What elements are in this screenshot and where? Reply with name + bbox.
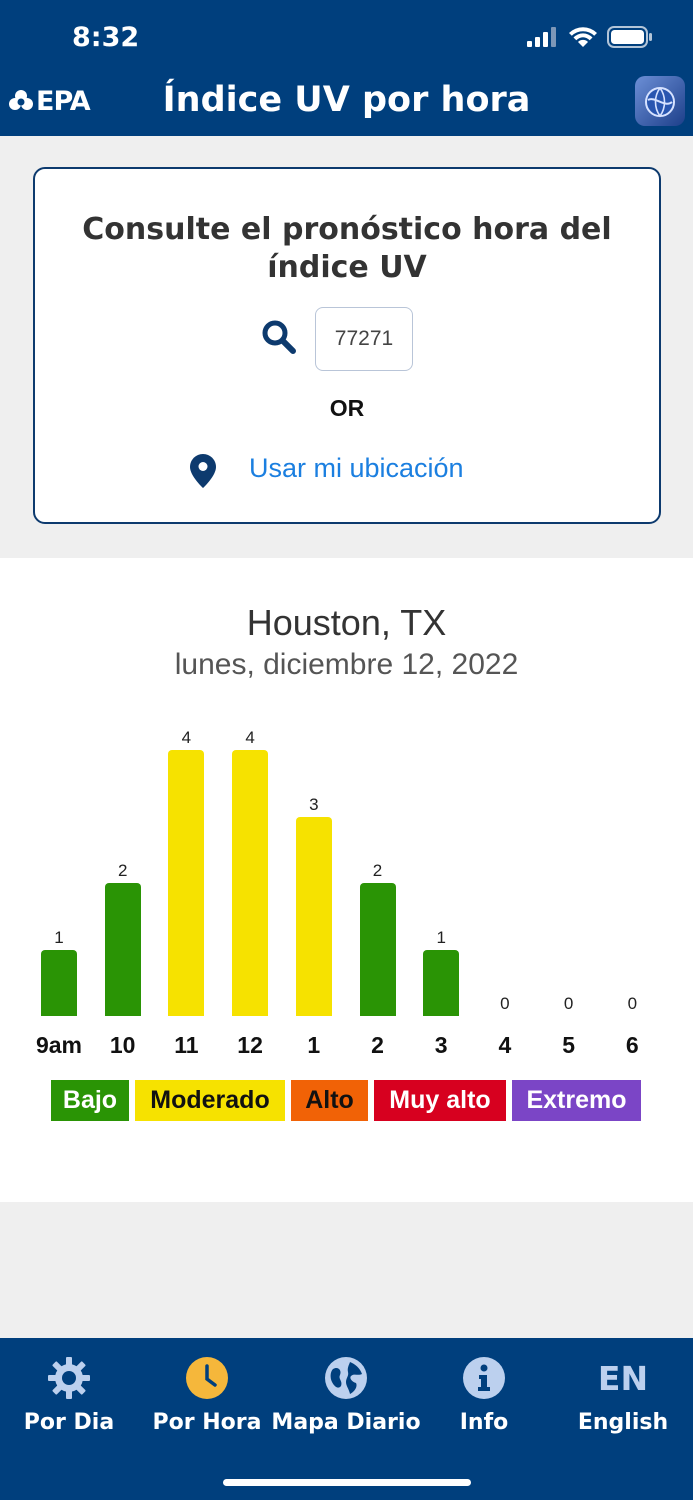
legend-item: Muy alto <box>374 1080 506 1121</box>
uv-bar <box>423 949 460 1016</box>
hour-label: 3 <box>434 1032 448 1058</box>
hour-label: 12 <box>237 1032 263 1058</box>
zip-code-input[interactable] <box>315 307 413 371</box>
search-heading: Consulte el pronóstico hora del índice U… <box>82 212 612 285</box>
language-en-icon: EN <box>597 1358 649 1398</box>
bar-value-label: 2 <box>117 861 128 880</box>
bar-value-label: 0 <box>563 994 574 1013</box>
status-bar: 8:32 <box>0 0 693 70</box>
bar-value-label: 1 <box>54 927 64 947</box>
bar-value-label: 0 <box>500 994 510 1013</box>
tab-label: English <box>577 1410 669 1435</box>
hour-label: 9am <box>35 1032 83 1058</box>
hour-label: 4 <box>498 1032 512 1058</box>
bar-value-label: 3 <box>309 794 319 814</box>
bar-value-label: 4 <box>245 728 255 747</box>
forecast-section: Houston, TX lunes, diciembre 12, 2022 19… <box>0 558 693 1202</box>
home-indicator[interactable] <box>223 1479 471 1486</box>
location-pin-icon[interactable] <box>190 454 216 493</box>
info-icon <box>463 1357 505 1399</box>
use-my-location-link[interactable]: Usar mi ubicación <box>249 453 464 484</box>
hour-label: 2 <box>371 1032 384 1058</box>
hour-label: 10 <box>109 1032 136 1058</box>
gear-icon <box>48 1357 90 1399</box>
battery-icon <box>607 26 652 48</box>
hour-label: 5 <box>562 1032 575 1058</box>
signal-icon <box>527 27 556 47</box>
search-section: Consulte el pronóstico hora del índice U… <box>0 136 693 558</box>
page-title: Índice UV por hora <box>162 80 531 120</box>
bar-value-label: 0 <box>627 994 638 1013</box>
uv-bar <box>41 949 77 1016</box>
bottom-tab-bar: Por Dia Por Hora Mapa Diario Info EN Eng… <box>0 1338 693 1500</box>
app-globe-icon[interactable] <box>635 76 685 126</box>
legend-item: Alto <box>291 1080 368 1121</box>
globe-icon <box>325 1357 367 1399</box>
uv-bar <box>232 750 269 1016</box>
bar-value-label: 1 <box>436 927 446 947</box>
tab-info[interactable]: Info <box>415 1338 553 1448</box>
legend-item: Extremo <box>512 1080 641 1121</box>
clock-icon <box>186 1357 228 1399</box>
uv-bar <box>359 883 396 1016</box>
uv-bar <box>168 750 205 1016</box>
legend-item: Bajo <box>51 1080 129 1121</box>
app-header: EPA Índice UV por hora <box>0 70 693 136</box>
uv-bar <box>104 883 141 1016</box>
hour-label: 1 <box>307 1032 321 1058</box>
bar-value-label: 4 <box>181 728 192 747</box>
status-icons <box>527 26 653 48</box>
hour-label: 6 <box>625 1032 639 1058</box>
hour-label: 11 <box>174 1032 199 1058</box>
uv-bar <box>295 816 332 1016</box>
tab-english[interactable]: EN English <box>554 1338 692 1448</box>
or-label: OR <box>329 395 365 421</box>
wifi-icon <box>569 27 597 47</box>
legend-item: Moderado <box>135 1080 285 1121</box>
search-icon[interactable] <box>261 319 297 360</box>
tab-por-hora[interactable]: Por Hora <box>138 1338 276 1448</box>
bar-value-label: 2 <box>372 861 383 880</box>
search-card: Consulte el pronóstico hora del índice U… <box>33 167 661 524</box>
status-time: 8:32 <box>72 22 140 53</box>
